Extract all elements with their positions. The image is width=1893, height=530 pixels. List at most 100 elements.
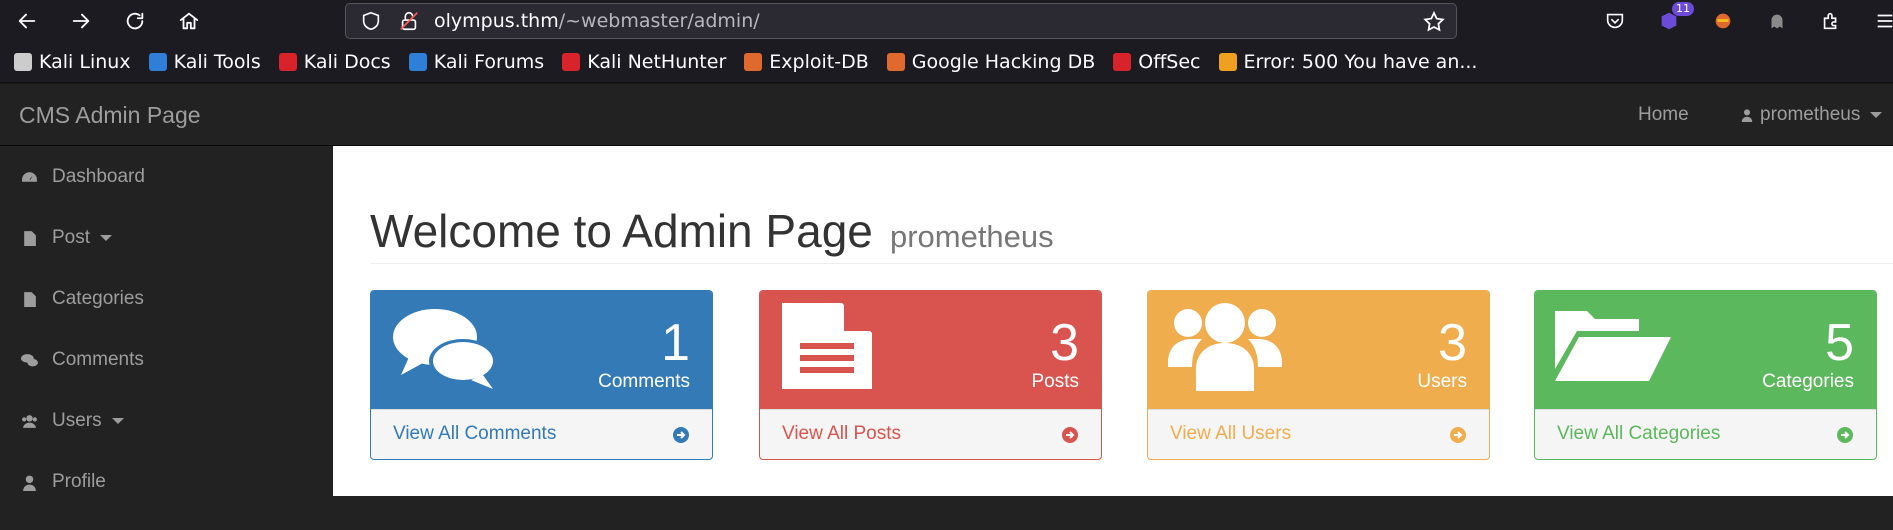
users-panel: 3 Users View All Users bbox=[1147, 290, 1490, 460]
sidebar-item-post[interactable]: Post bbox=[20, 223, 113, 253]
view-all-comments-link[interactable]: View All Comments bbox=[371, 409, 712, 459]
panel-link-text: View All Comments bbox=[393, 423, 557, 444]
sidebar-item-comments[interactable]: Comments bbox=[20, 345, 144, 375]
chevron-down-icon bbox=[111, 418, 124, 424]
view-all-users-link[interactable]: View All Users bbox=[1148, 409, 1489, 459]
page-footer-background bbox=[333, 496, 1893, 530]
comments-icon bbox=[391, 303, 501, 399]
home-link[interactable]: Home bbox=[1638, 104, 1689, 126]
reload-button[interactable] bbox=[117, 3, 153, 39]
comments-panel: 1 Comments View All Comments bbox=[370, 290, 713, 460]
chevron-down-icon bbox=[100, 235, 113, 241]
file-text-icon bbox=[782, 303, 874, 393]
posts-panel: 3 Posts View All Posts bbox=[759, 290, 1102, 460]
forward-arrow-icon bbox=[72, 13, 90, 29]
url-bar[interactable]: olympus.thm/~webmaster/admin/ bbox=[345, 3, 1457, 39]
brand-link[interactable]: CMS Admin Page bbox=[19, 102, 201, 129]
extensions-menu-button[interactable] bbox=[1804, 6, 1858, 36]
bookmark-kali-docs[interactable]: Kali Docs bbox=[278, 51, 391, 73]
categories-label: Categories bbox=[1762, 371, 1854, 392]
bookmark-label: Kali Tools bbox=[173, 51, 261, 73]
view-all-posts-link[interactable]: View All Posts bbox=[760, 409, 1101, 459]
posts-count: 3 bbox=[1050, 314, 1079, 372]
ghost-extension-button[interactable] bbox=[1750, 6, 1804, 36]
bookmark-error-500[interactable]: Error: 500 You have an... bbox=[1218, 51, 1478, 73]
app-navbar: CMS Admin Page Home prometheus bbox=[0, 84, 1893, 146]
bookmark-label: Exploit-DB bbox=[769, 51, 869, 73]
panel-heading: 3 Users bbox=[1148, 291, 1489, 409]
pocket-button[interactable] bbox=[1588, 6, 1642, 36]
sidebar-item-label: Profile bbox=[52, 471, 106, 492]
nethunter-icon bbox=[562, 53, 581, 71]
circle-arrow-right-icon bbox=[672, 426, 690, 444]
back-button[interactable] bbox=[9, 3, 45, 39]
bookmark-label: Kali Linux bbox=[39, 51, 131, 73]
page-title: Welcome to Admin Page bbox=[370, 205, 873, 257]
kali-dragon-icon bbox=[14, 53, 32, 71]
sidebar-item-profile[interactable]: Profile bbox=[20, 467, 106, 497]
bookmarks-bar: Kali Linux Kali Tools Kali Docs Kali For… bbox=[0, 42, 1893, 83]
ghdb-icon bbox=[886, 53, 905, 71]
offsec-icon bbox=[1113, 53, 1132, 71]
page-subtitle: prometheus bbox=[889, 219, 1054, 254]
bookmark-label: Error: 500 You have an... bbox=[1243, 51, 1478, 73]
kali-forums-icon bbox=[408, 53, 427, 71]
sidebar-item-label: Post bbox=[52, 227, 91, 248]
user-name: prometheus bbox=[1760, 104, 1861, 125]
sidebar-item-label: Comments bbox=[52, 349, 144, 370]
bookmark-label: Kali NetHunter bbox=[587, 51, 727, 73]
view-all-categories-link[interactable]: View All Categories bbox=[1535, 409, 1876, 459]
extension-badge: 11 bbox=[1672, 2, 1694, 16]
url-host: olympus.thm bbox=[434, 10, 559, 32]
app-menu-button[interactable] bbox=[1858, 6, 1893, 36]
sidebar: Dashboard Post Categories Comments Users… bbox=[0, 146, 333, 530]
page-header: Welcome to Admin Page prometheus bbox=[370, 204, 1893, 264]
forward-button[interactable] bbox=[63, 3, 99, 39]
joomla-icon bbox=[1218, 53, 1237, 71]
fox-icon bbox=[1715, 13, 1731, 29]
categories-panel: 5 Categories View All Categories bbox=[1534, 290, 1877, 460]
toolbar-right-icons: 11 bbox=[1588, 2, 1893, 36]
categories-count: 5 bbox=[1825, 314, 1854, 372]
bookmark-star-icon[interactable] bbox=[1422, 10, 1446, 34]
bookmark-label: Google Hacking DB bbox=[911, 51, 1096, 73]
sidebar-item-categories[interactable]: Categories bbox=[20, 284, 144, 314]
user-dropdown[interactable]: prometheus bbox=[1740, 104, 1883, 126]
foxyproxy-button[interactable] bbox=[1696, 6, 1750, 36]
user-icon bbox=[20, 473, 38, 491]
ghost-icon bbox=[1771, 14, 1783, 29]
users-icon bbox=[1168, 301, 1282, 395]
home-button[interactable] bbox=[171, 3, 207, 39]
panel-link-text: View All Posts bbox=[782, 423, 901, 444]
dashboard-icon bbox=[20, 168, 38, 186]
panel-link-text: View All Users bbox=[1170, 423, 1292, 444]
insecure-lock-icon[interactable] bbox=[398, 10, 420, 32]
circle-arrow-right-icon bbox=[1836, 426, 1854, 444]
comments-label: Comments bbox=[598, 371, 690, 392]
bookmark-kali-tools[interactable]: Kali Tools bbox=[148, 51, 261, 73]
bookmark-kali-linux[interactable]: Kali Linux bbox=[14, 51, 131, 73]
bookmark-kali-forums[interactable]: Kali Forums bbox=[408, 51, 544, 73]
panel-heading: 3 Posts bbox=[760, 291, 1101, 409]
bookmark-offsec[interactable]: OffSec bbox=[1113, 51, 1201, 73]
file-icon bbox=[20, 290, 38, 308]
sidebar-item-label: Categories bbox=[52, 288, 144, 309]
hamburger-menu-icon bbox=[1877, 14, 1893, 28]
url-text[interactable]: olympus.thm/~webmaster/admin/ bbox=[434, 10, 760, 32]
sidebar-item-users[interactable]: Users bbox=[20, 406, 124, 436]
panel-heading: 5 Categories bbox=[1535, 291, 1876, 409]
panel-heading: 1 Comments bbox=[371, 291, 712, 409]
chevron-down-icon bbox=[1870, 112, 1883, 118]
folder-open-icon bbox=[1555, 307, 1671, 385]
url-path: /~webmaster/admin/ bbox=[558, 10, 760, 32]
bookmark-exploit-db[interactable]: Exploit-DB bbox=[744, 51, 869, 73]
users-count: 3 bbox=[1438, 314, 1467, 372]
bookmark-kali-nethunter[interactable]: Kali NetHunter bbox=[562, 51, 726, 73]
sidebar-item-dashboard[interactable]: Dashboard bbox=[20, 162, 145, 192]
users-icon bbox=[20, 412, 38, 430]
home-icon bbox=[179, 12, 199, 30]
extension-button[interactable]: 11 bbox=[1642, 2, 1696, 36]
users-label: Users bbox=[1417, 371, 1467, 392]
pocket-icon bbox=[1606, 13, 1624, 29]
bookmark-google-hacking-db[interactable]: Google Hacking DB bbox=[886, 51, 1096, 73]
